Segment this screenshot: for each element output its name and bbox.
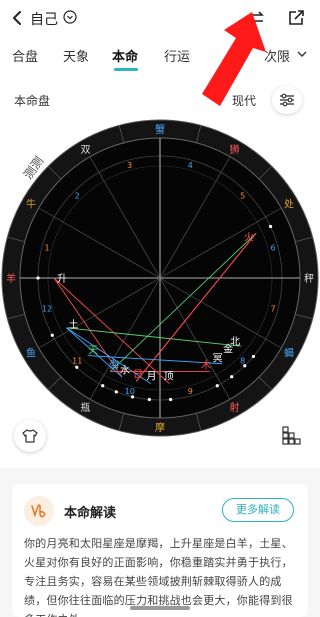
chevron-down-icon[interactable] — [63, 10, 77, 24]
planet-marker — [50, 333, 54, 337]
red-arrow-annotation — [202, 12, 266, 106]
aspect-grid-button[interactable] — [276, 420, 308, 452]
planet-label: 月 — [146, 371, 156, 383]
theme-button[interactable] — [14, 420, 46, 452]
chevron-down-icon[interactable] — [296, 48, 308, 60]
house-number-label: 5 — [240, 191, 245, 200]
planet-marker — [268, 224, 273, 229]
house-number-label: 3 — [127, 161, 132, 170]
planet-label: 海 — [109, 359, 119, 372]
share-icon[interactable] — [287, 9, 305, 27]
zodiac-sign-label: 鱼 — [26, 347, 36, 360]
sliders-icon — [280, 93, 294, 107]
zodiac-sign-label: 蟹 — [155, 123, 165, 136]
planet-label: 木 — [201, 360, 211, 372]
more-readings-button[interactable]: 更多解读 — [222, 498, 294, 522]
chart-label: 本命盘 — [14, 94, 51, 108]
aspect-grid-icon — [282, 426, 301, 445]
planet-marker — [147, 397, 151, 402]
planet-label: 水 — [120, 364, 130, 376]
tab-transit-sky[interactable]: 天象 — [63, 46, 89, 65]
chart-tabs: 合盘 天象 本命 行运 次限 — [0, 40, 320, 72]
house-number-label: 1 — [44, 244, 49, 253]
back-arrow-icon[interactable] — [10, 10, 24, 26]
planet-label: 土 — [68, 318, 78, 331]
top-bar: 自己 — [0, 0, 320, 38]
planet-marker — [130, 395, 135, 399]
tab-natal[interactable]: 本命 — [112, 46, 138, 65]
zodiac-sign-label: 摩 — [155, 421, 165, 434]
zodiac-sign-label: 双 — [81, 144, 91, 156]
planet-marker — [169, 397, 173, 402]
zodiac-sign-label: 牛 — [26, 198, 36, 211]
house-number-label: 6 — [270, 244, 275, 253]
house-number-label: 11 — [72, 357, 82, 366]
natal-reading-card: 本命解读 更多解读 你的月亮和太阳星座是摩羯，上升星座是白羊，土星、火星对你有良… — [12, 484, 308, 617]
planet-marker — [215, 384, 219, 388]
planet-label: 冥 — [213, 352, 223, 364]
house-number-label: 12 — [42, 304, 52, 313]
tab-synastry[interactable]: 合盘 — [12, 46, 38, 65]
home-indicator — [130, 606, 190, 610]
planet-marker — [243, 364, 247, 368]
shirt-icon — [22, 429, 38, 443]
planet-marker — [230, 375, 234, 379]
zodiac-sign-label: 射 — [230, 402, 240, 414]
filter-button[interactable] — [272, 86, 302, 114]
planet-label: 天 — [88, 346, 98, 357]
card-title: 本命解读 — [64, 506, 117, 521]
house-number-label: 4 — [188, 161, 193, 170]
house-number-label: 2 — [75, 191, 80, 200]
zodiac-sign-label: 狮 — [230, 143, 240, 156]
planet-marker — [101, 384, 105, 388]
natal-chart-wheel[interactable]: 羊牛双蟹狮处秤蝎射摩瓶鱼 123 456789101112 升火北金冥木顶月日水海… — [0, 118, 320, 438]
zodiac-sign-label: 羊 — [6, 272, 16, 285]
planet-marker — [75, 365, 79, 369]
planet-marker — [251, 354, 256, 359]
zodiac-sign-label: 蝎 — [284, 348, 294, 360]
reading-text: 你的月亮和太阳星座是摩羯，上升星座是白羊，土星、火星对你有良好的正面影响，你稳重… — [24, 537, 293, 617]
planet-label: 火 — [244, 232, 254, 244]
tab-transits[interactable]: 行运 — [164, 46, 190, 65]
active-tab-indicator — [114, 68, 138, 71]
house-number-label: 9 — [188, 387, 193, 396]
zodiac-sign-label: 秤 — [304, 273, 314, 285]
zodiac-sign-label: 瓶 — [81, 401, 91, 414]
planet-marker — [36, 276, 40, 280]
page-title[interactable]: 自己 — [30, 9, 58, 29]
planet-marker — [114, 390, 118, 394]
planet-label: 升 — [57, 273, 67, 285]
planet-label: 金 — [223, 342, 233, 355]
house-number-label: 7 — [270, 304, 275, 313]
planet-label: 顶 — [164, 371, 174, 383]
zodiac-sign-label: 处 — [284, 199, 294, 211]
capricorn-icon — [24, 496, 54, 526]
planet-label: 日 — [133, 369, 143, 380]
house-number-label: 10 — [125, 387, 135, 396]
